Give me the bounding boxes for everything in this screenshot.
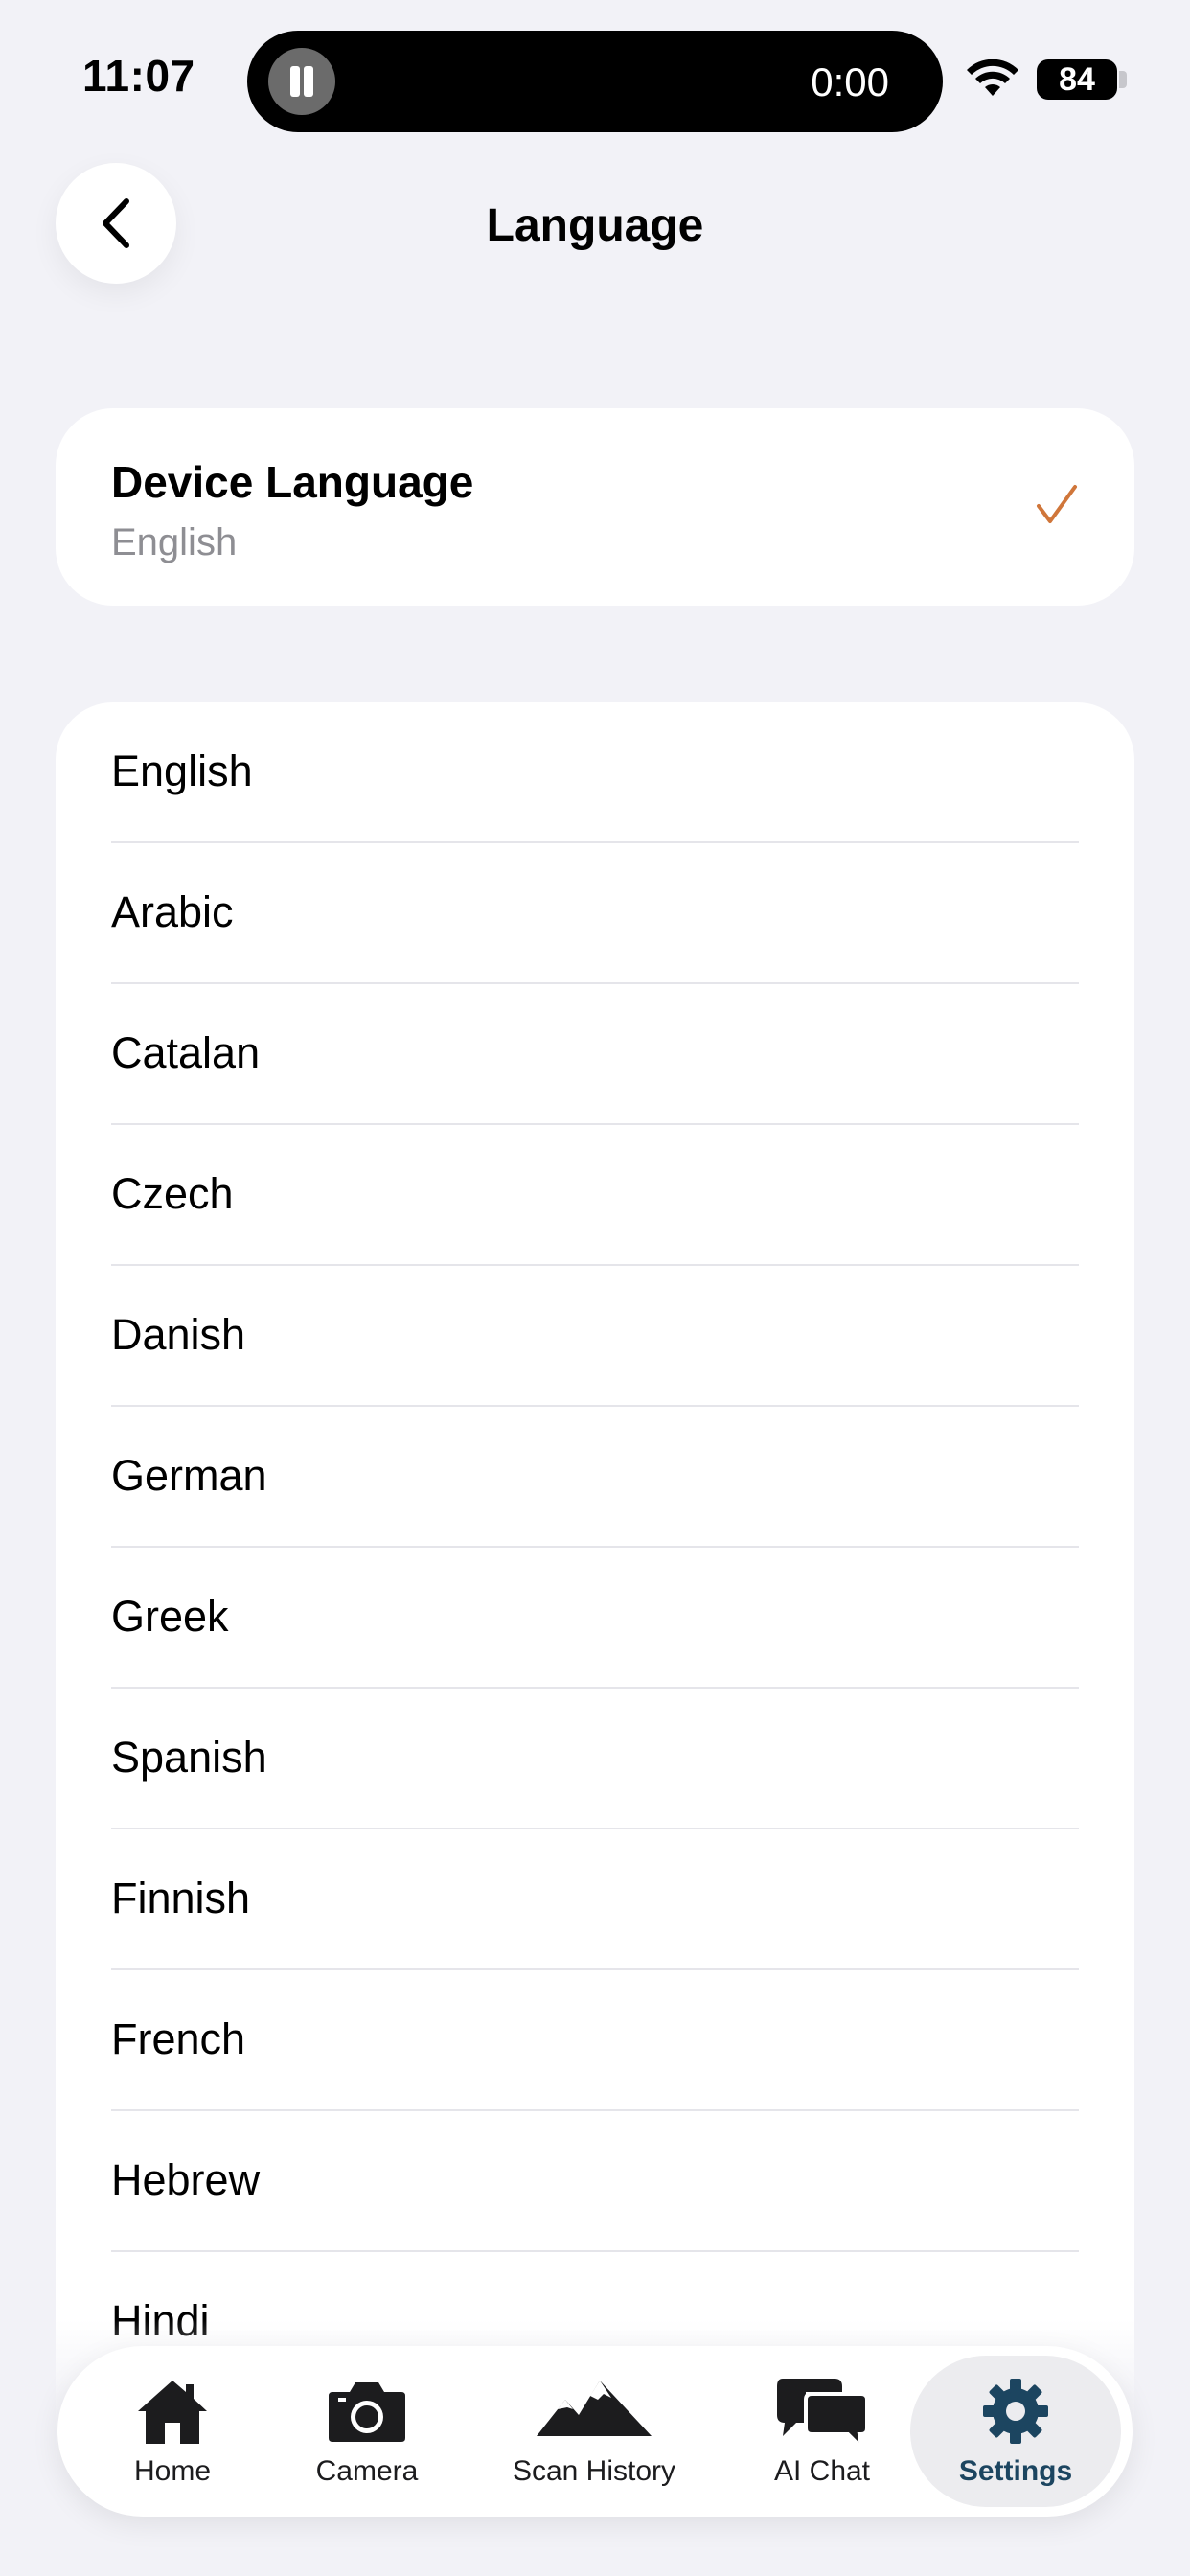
- language-label: German: [111, 1451, 267, 1500]
- language-list: English Arabic Catalan Czech Danish Germ…: [56, 702, 1134, 2576]
- gear-icon: [983, 2379, 1048, 2444]
- language-item-danish[interactable]: Danish: [56, 1266, 1134, 1407]
- language-label: Spanish: [111, 1733, 267, 1782]
- tab-label: Settings: [958, 2455, 1073, 2487]
- language-label: French: [111, 2014, 246, 2063]
- tab-home[interactable]: Home: [96, 2356, 249, 2507]
- tab-ai-chat[interactable]: AI Chat: [745, 2356, 899, 2507]
- language-item-french[interactable]: French: [56, 1970, 1134, 2111]
- language-label: English: [111, 747, 253, 795]
- language-item-spanish[interactable]: Spanish: [56, 1689, 1134, 1829]
- battery-cap: [1119, 71, 1127, 88]
- tab-label: Home: [133, 2455, 212, 2487]
- language-item-english[interactable]: English: [56, 702, 1134, 843]
- device-language-value: English: [111, 521, 238, 564]
- language-item-catalan[interactable]: Catalan: [56, 984, 1134, 1125]
- language-item-hebrew[interactable]: Hebrew: [56, 2111, 1134, 2252]
- language-label: Hebrew: [111, 2155, 261, 2204]
- language-label: Arabic: [111, 887, 234, 936]
- language-item-arabic[interactable]: Arabic: [56, 843, 1134, 984]
- tab-settings[interactable]: Settings: [910, 2356, 1121, 2507]
- device-language-title: Device Language: [111, 457, 474, 507]
- dynamic-island[interactable]: 0:00: [247, 31, 943, 132]
- language-item-finnish[interactable]: Finnish: [56, 1829, 1134, 1970]
- language-label: Danish: [111, 1310, 246, 1359]
- tab-scan-history[interactable]: Scan History: [479, 2356, 709, 2507]
- chat-bubbles-icon: [777, 2379, 869, 2450]
- tab-label: Camera: [315, 2455, 419, 2487]
- battery-indicator: 84: [1037, 59, 1117, 100]
- camera-icon: [329, 2382, 405, 2442]
- language-label: Greek: [111, 1592, 229, 1641]
- language-item-german[interactable]: German: [56, 1407, 1134, 1548]
- language-item-greek[interactable]: Greek: [56, 1548, 1134, 1689]
- language-label: Czech: [111, 1169, 234, 1218]
- language-item-czech[interactable]: Czech: [56, 1125, 1134, 1266]
- wifi-icon: [967, 59, 1018, 96]
- language-label: Catalan: [111, 1028, 261, 1077]
- pause-icon[interactable]: [268, 48, 335, 115]
- device-language-option[interactable]: Device Language English: [56, 408, 1134, 606]
- house-icon: [138, 2380, 207, 2444]
- island-timer: 0:00: [811, 59, 889, 104]
- checkmark-icon: [1037, 485, 1077, 523]
- mountains-icon: [537, 2380, 652, 2436]
- status-bar: 11:07 0:00 84: [0, 0, 1190, 144]
- tab-label: Scan History: [512, 2455, 676, 2487]
- tab-bar: Home Camera Scan History AI Chat Setting…: [57, 2346, 1133, 2517]
- tab-label: AI Chat: [773, 2455, 871, 2487]
- status-time: 11:07: [82, 51, 195, 101]
- page-title: Language: [486, 200, 704, 251]
- language-label: Finnish: [111, 1874, 251, 1922]
- tab-camera[interactable]: Camera: [290, 2356, 444, 2507]
